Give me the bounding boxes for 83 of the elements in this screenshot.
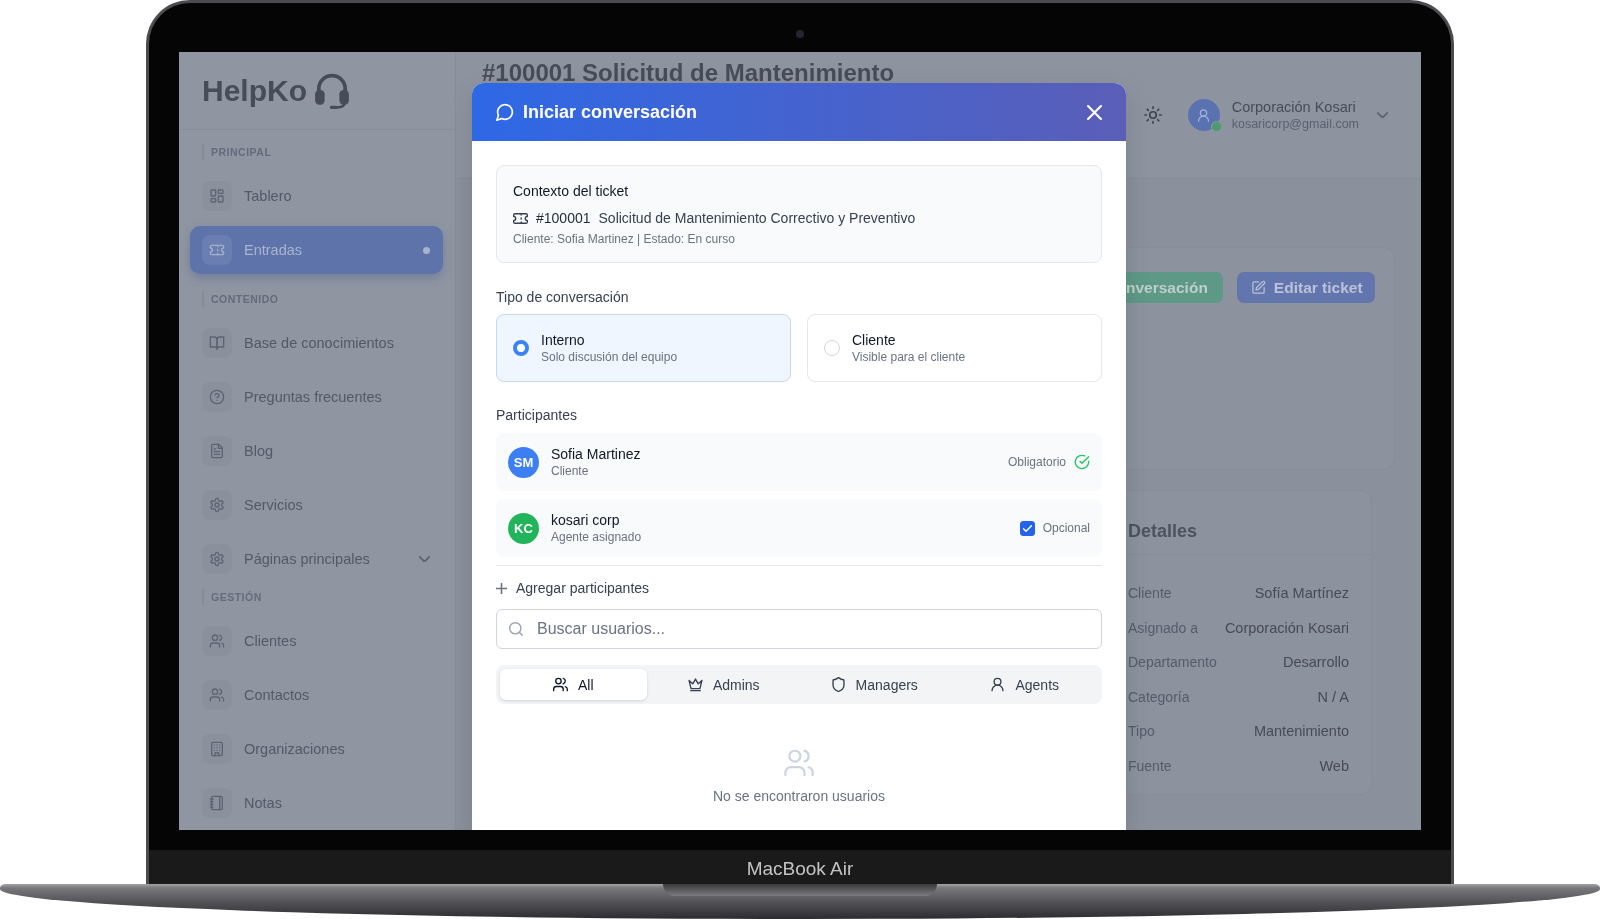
sidebar-item[interactable]: Blog bbox=[190, 427, 443, 475]
checkbox[interactable] bbox=[1019, 520, 1035, 536]
crown-icon bbox=[687, 677, 703, 692]
participant-status: Opcional bbox=[1042, 521, 1090, 535]
users-icon bbox=[552, 677, 568, 692]
users-icon bbox=[202, 626, 232, 656]
detail-value: Corporación Kosari bbox=[1224, 619, 1349, 636]
page-title: #100001 Solicitud de Mantenimiento bbox=[482, 64, 895, 82]
participant-name: Sofia Martinez bbox=[551, 445, 641, 463]
context-title: Contexto del ticket bbox=[513, 182, 630, 201]
participant-name: kosari corp bbox=[551, 511, 621, 529]
option-description: Solo discusión del equipo bbox=[541, 349, 678, 365]
detail-value: Mantenimiento bbox=[1253, 723, 1349, 740]
checkmark-icon bbox=[1022, 524, 1032, 532]
chevron-down-icon[interactable] bbox=[1377, 112, 1388, 118]
option-title: Interno bbox=[541, 331, 586, 349]
radio-button[interactable] bbox=[513, 340, 529, 356]
ticket-id: #100001 bbox=[536, 210, 591, 226]
add-participants-button[interactable]: Agregar participantes bbox=[496, 578, 650, 598]
sidebar-item[interactable]: Organizaciones bbox=[190, 725, 443, 773]
participant-role: Cliente bbox=[551, 463, 590, 479]
sidebar-item[interactable]: Contactos bbox=[190, 671, 443, 719]
user-name: Corporación Kosari bbox=[1231, 98, 1357, 116]
headset-icon bbox=[313, 72, 351, 109]
shield-icon bbox=[830, 677, 846, 692]
detail-value: Web bbox=[1319, 757, 1349, 774]
close-icon bbox=[1087, 104, 1102, 120]
app-logo: HelpKo bbox=[202, 72, 307, 109]
sidebar-item[interactable]: Servicios bbox=[190, 481, 443, 529]
participant-role: Agente asignado bbox=[551, 529, 642, 545]
detail-value: N / A bbox=[1317, 688, 1349, 705]
document-icon bbox=[202, 436, 232, 466]
gear-icon bbox=[202, 544, 232, 574]
gear-icon bbox=[202, 490, 232, 520]
active-dot-icon bbox=[423, 246, 430, 254]
conversation-type-option[interactable]: Cliente Visible para el cliente bbox=[807, 314, 1102, 382]
ticket-icon bbox=[513, 212, 528, 224]
chevron-down-icon[interactable] bbox=[419, 556, 430, 562]
avatar: SM bbox=[508, 446, 539, 478]
empty-state-text: No se encontraron usuarios bbox=[713, 787, 885, 806]
ticket-subject: Solicitud de Mantenimiento Correctivo y Preventivo bbox=[598, 210, 916, 226]
sidebar-item[interactable]: Páginas principales bbox=[190, 535, 443, 583]
edit-ticket-button[interactable]: Editar ticket bbox=[1236, 272, 1375, 303]
avatar: KC bbox=[508, 512, 539, 544]
filter-tab[interactable]: All bbox=[500, 669, 647, 700]
chat-bubble-icon bbox=[496, 103, 514, 121]
filter-tab[interactable]: Managers bbox=[801, 669, 948, 700]
device-label: MacBook Air bbox=[746, 858, 854, 880]
ticket-icon bbox=[202, 235, 232, 265]
sidebar-item[interactable]: Entradas bbox=[190, 226, 443, 274]
ticket-meta: Cliente: Sofia Martinez | Estado: En curso bbox=[513, 231, 736, 247]
sidebar-item[interactable]: Clientes bbox=[190, 617, 443, 665]
building-icon bbox=[202, 734, 232, 764]
user-avatar-icon[interactable] bbox=[1187, 99, 1220, 131]
users-icon bbox=[784, 749, 814, 777]
sidebar-item[interactable]: Notas bbox=[190, 779, 443, 827]
search-icon bbox=[509, 622, 523, 636]
detail-value: Desarrollo bbox=[1282, 654, 1349, 671]
notebook-icon bbox=[202, 788, 232, 818]
filter-tab[interactable]: Admins bbox=[650, 669, 797, 700]
detail-value: Sofía Martínez bbox=[1254, 585, 1349, 602]
users-icon bbox=[202, 680, 232, 710]
participant-status: Obligatorio bbox=[1007, 455, 1066, 469]
camera-dot-icon bbox=[796, 30, 804, 38]
section-label: Tipo de conversación bbox=[496, 288, 630, 307]
open-book-icon bbox=[202, 328, 232, 358]
sidebar-item[interactable]: Base de conocimientos bbox=[190, 319, 443, 367]
option-description: Visible para el cliente bbox=[852, 349, 966, 365]
sun-icon[interactable] bbox=[1143, 106, 1162, 124]
option-title: Cliente bbox=[852, 331, 897, 349]
plus-icon bbox=[496, 582, 507, 594]
edit-icon bbox=[1250, 280, 1266, 295]
dashboard-icon bbox=[202, 181, 232, 211]
search-field[interactable]: Buscar usuarios... bbox=[496, 609, 1102, 649]
user-icon bbox=[990, 677, 1006, 692]
filter-tab[interactable]: Agents bbox=[951, 669, 1098, 700]
sidebar-item[interactable]: Tablero bbox=[190, 172, 443, 220]
modal-title: Iniciar conversación bbox=[523, 101, 698, 123]
conversation-type-option[interactable]: Interno Solo discusión del equipo bbox=[496, 314, 791, 382]
section-label: Participantes bbox=[496, 406, 578, 425]
close-button[interactable] bbox=[1087, 104, 1102, 120]
conversation-button[interactable]: nversación bbox=[1126, 272, 1223, 303]
sidebar-item[interactable]: Preguntas frecuentes bbox=[190, 373, 443, 421]
